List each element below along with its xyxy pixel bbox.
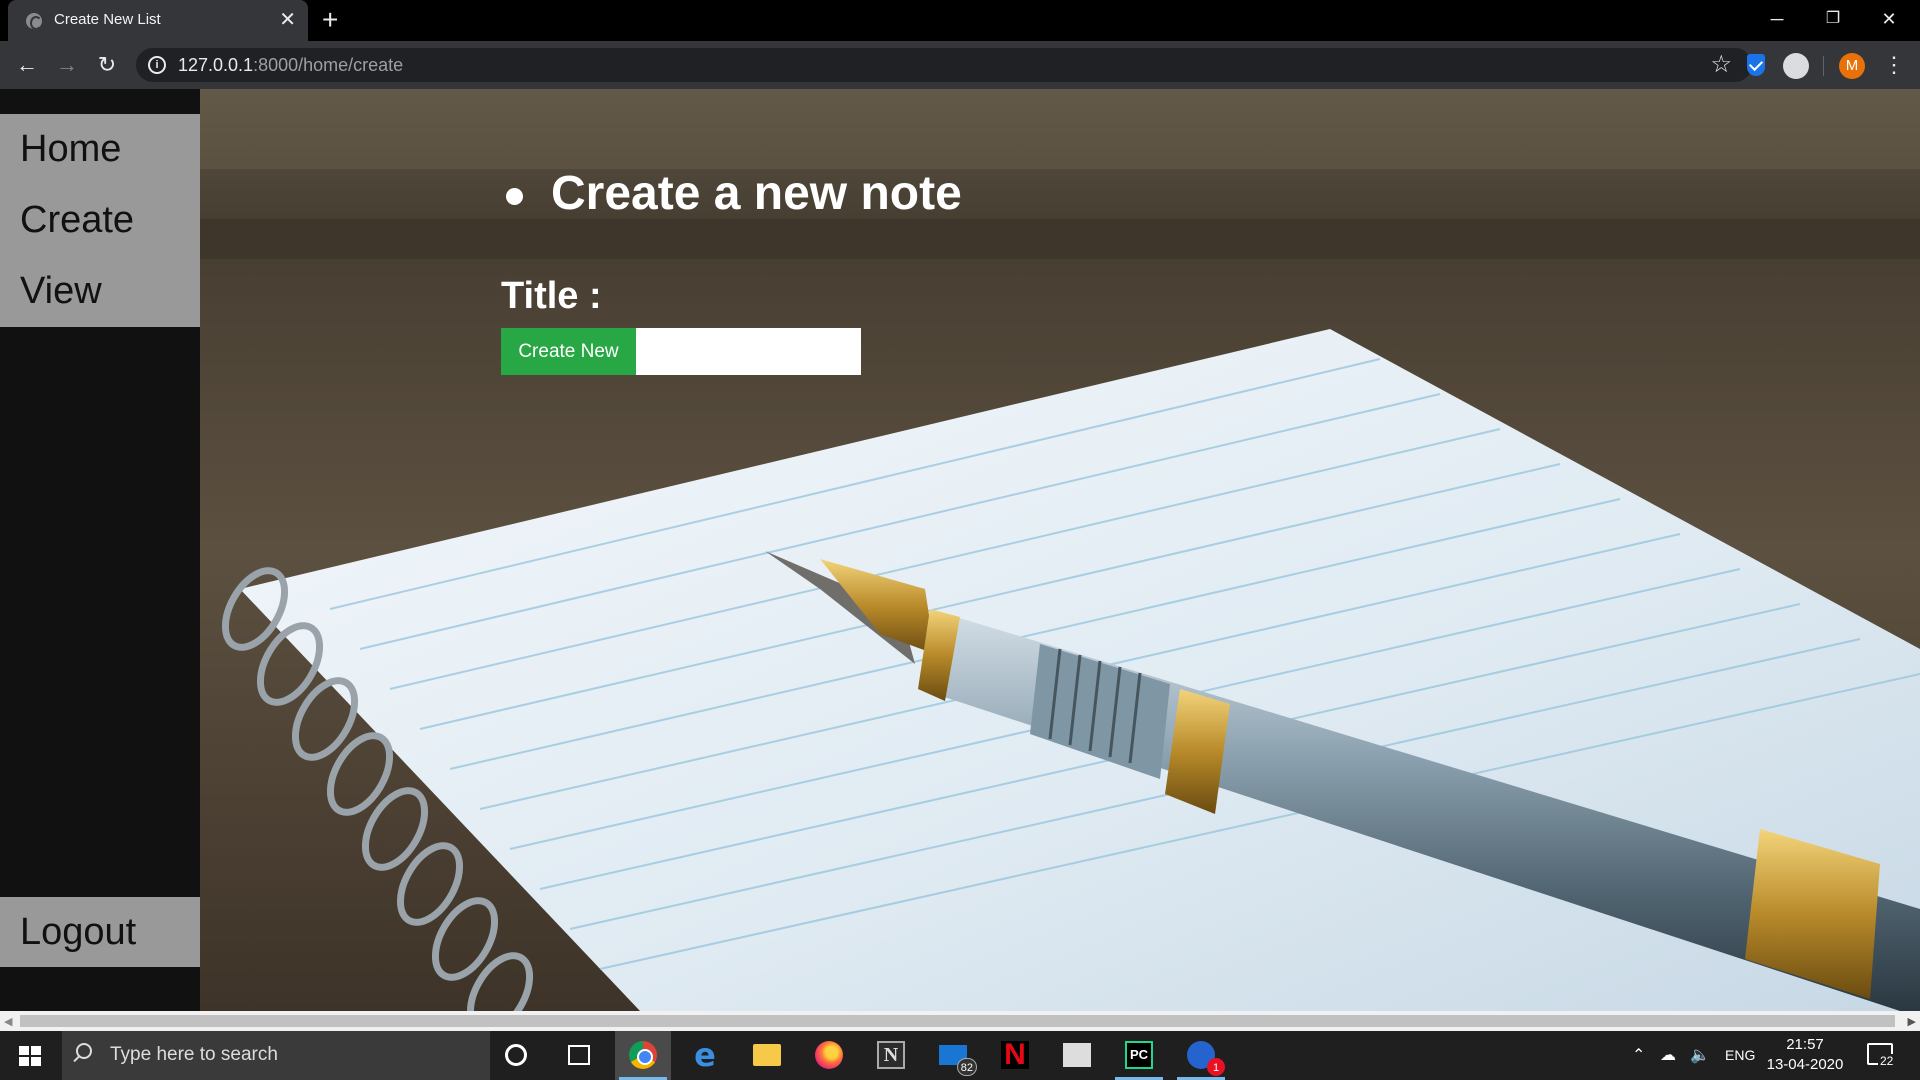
windows-start-icon[interactable] [19,1046,41,1066]
sidebar-item-create[interactable]: Create [0,185,200,256]
profile-avatar[interactable]: M [1839,53,1865,79]
forward-arrow-icon[interactable]: → [52,50,82,80]
taskbar-app-file-explorer[interactable] [739,1031,795,1080]
scroll-left-arrow-icon[interactable]: ◀ [4,1015,12,1028]
browser-toolbar: ← → ↻ i 127.0.0.1:8000/home/create ☆ M ⋮ [0,41,1920,89]
store-icon [1063,1043,1091,1067]
chevron-up-icon[interactable]: ⌃ [1632,1031,1645,1080]
extension-icon[interactable] [1783,53,1809,79]
toolbar-divider [1823,56,1824,76]
tab-title: Create New List [54,11,161,28]
speaker-icon[interactable]: 🔈 [1690,1031,1710,1080]
new-tab-button[interactable]: + [322,4,338,36]
bullet-marker [506,188,523,205]
language-indicator[interactable]: ENG [1725,1031,1755,1080]
todo-badge: 1 [1207,1058,1225,1076]
notification-count: 22 [1878,1054,1896,1068]
taskbar-app-todo[interactable]: 1 [1173,1031,1229,1080]
taskbar-app-notion[interactable]: N [863,1031,919,1080]
cortana-icon[interactable] [505,1044,527,1066]
tab-close-icon[interactable]: ✕ [279,9,296,31]
title-label: Title : [501,275,602,317]
logout-link[interactable]: Logout [0,897,200,967]
bookmark-star-icon[interactable]: ☆ [1710,51,1732,79]
taskbar-app-firefox[interactable] [801,1031,857,1080]
taskbar-app-chrome[interactable] [615,1031,671,1080]
taskbar-app-edge[interactable]: e [677,1031,733,1080]
sidebar: Home Create View Logout [0,89,200,1011]
mail-badge: 82 [956,1058,977,1076]
netflix-icon: N [1001,1040,1029,1070]
horizontal-scrollbar[interactable]: ◀ ▶ [0,1011,1920,1031]
sidebar-item-view[interactable]: View [0,256,200,327]
clock-time: 21:57 [1786,1036,1824,1053]
minimize-button[interactable]: ─ [1754,4,1800,34]
restore-button[interactable]: ❐ [1810,4,1856,34]
onedrive-cloud-icon[interactable]: ☁ [1660,1031,1676,1080]
globe-icon [26,13,42,30]
address-bar[interactable]: i 127.0.0.1:8000/home/create ☆ [136,48,1752,82]
sidebar-nav: Home Create View [0,114,200,327]
taskbar-app-store[interactable] [1049,1031,1105,1080]
taskbar-app-pycharm[interactable]: PC [1111,1031,1167,1080]
back-arrow-icon[interactable]: ← [12,50,42,80]
taskbar-app-mail[interactable]: 82 [925,1031,981,1080]
kebab-menu-icon[interactable]: ⋮ [1883,51,1905,79]
page-title: Create a new note [551,167,962,220]
shield-extension-icon[interactable] [1747,54,1765,76]
title-input[interactable] [636,328,861,375]
sidebar-logout-block: Logout [0,897,200,967]
pycharm-icon: PC [1125,1041,1153,1069]
notebook-pen-background-image [0,89,1920,1011]
chrome-icon [629,1041,657,1069]
firefox-icon [815,1041,843,1069]
search-placeholder: Type here to search [110,1044,278,1065]
clock-date: 13-04-2020 [1766,1056,1844,1073]
taskbar: Type here to search e N 82 N PC 1 ⌃ ☁ 🔈 … [0,1031,1920,1080]
taskbar-search-box[interactable]: Type here to search [62,1031,490,1080]
page-viewport: Home Create View Logout Create a new not… [0,89,1920,1011]
info-icon[interactable]: i [148,56,166,74]
tab-strip: Create New List ✕ + ─ ❐ ✕ [0,0,1920,41]
create-new-button[interactable]: Create New [501,328,636,375]
browser-tab[interactable]: Create New List ✕ [8,0,308,41]
notion-icon: N [877,1041,905,1069]
scrollbar-thumb[interactable] [20,1015,1895,1027]
scroll-right-arrow-icon[interactable]: ▶ [1908,1015,1916,1028]
close-window-button[interactable]: ✕ [1866,4,1912,34]
task-view-icon[interactable] [568,1045,590,1065]
sidebar-item-home[interactable]: Home [0,114,200,185]
reload-icon[interactable]: ↻ [92,50,122,80]
search-icon [76,1043,92,1059]
taskbar-app-netflix[interactable]: N [987,1031,1043,1080]
edge-icon: e [694,1036,716,1074]
folder-icon [753,1044,781,1066]
sidebar-top-strip [0,89,200,114]
url-text[interactable]: 127.0.0.1:8000/home/create [178,55,403,76]
clock[interactable]: 21:57 13-04-2020 [1764,1035,1846,1075]
